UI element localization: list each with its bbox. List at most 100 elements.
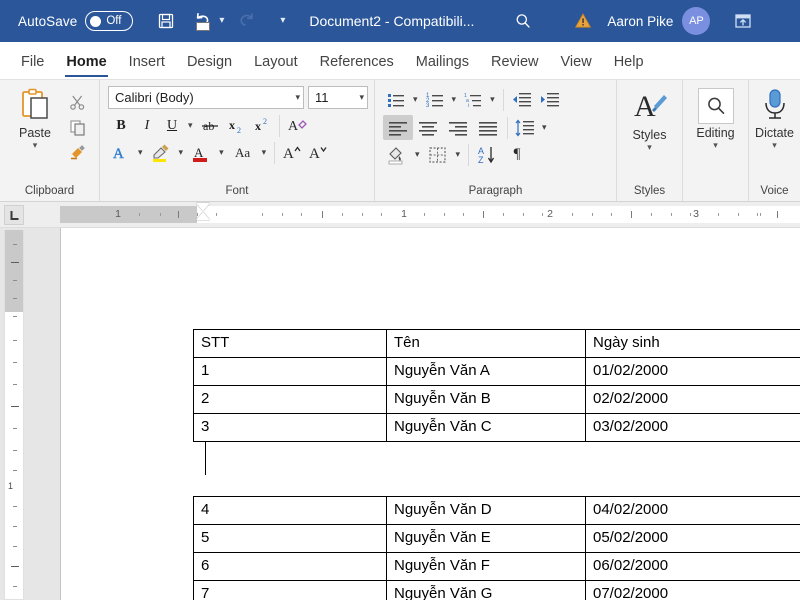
document-canvas[interactable]: STT Tên Ngày sinh 1 Nguyễn Văn A 01/02/2… xyxy=(0,228,800,600)
table-cell[interactable]: Nguyễn Văn D xyxy=(387,497,586,525)
styles-button[interactable]: A Styles ▾ xyxy=(621,84,679,152)
shading-caret[interactable]: ▾ xyxy=(411,149,424,160)
tab-mailings[interactable]: Mailings xyxy=(405,54,480,79)
multilevel-caret[interactable]: ▾ xyxy=(486,94,499,105)
underline-dropdown-caret[interactable]: ▾ xyxy=(184,120,197,131)
table-row[interactable]: 5 Nguyễn Văn E 05/02/2000 xyxy=(194,525,800,553)
line-spacing-caret[interactable]: ▾ xyxy=(538,122,551,133)
cell-header-ten[interactable]: Tên xyxy=(387,330,586,358)
dictate-button[interactable]: Dictate ▾ xyxy=(749,84,800,150)
first-line-indent-marker[interactable] xyxy=(196,203,210,211)
table-cell[interactable]: 03/02/2000 xyxy=(586,414,800,442)
font-color-icon[interactable]: A xyxy=(187,140,215,165)
customize-quick-access-icon[interactable]: ▾ xyxy=(278,16,287,26)
undo-icon[interactable] xyxy=(187,6,217,36)
table-cell[interactable]: 6 xyxy=(194,553,387,581)
sort-icon[interactable]: AZ xyxy=(473,142,503,167)
tab-help[interactable]: Help xyxy=(603,54,655,79)
line-spacing-icon[interactable] xyxy=(512,115,538,140)
table-row[interactable]: 1 Nguyễn Văn A 01/02/2000 xyxy=(194,358,800,386)
italic-button[interactable]: I xyxy=(134,113,160,138)
show-formatting-marks-icon[interactable]: ¶ xyxy=(503,142,531,167)
text-effects-caret[interactable]: ▾ xyxy=(134,147,147,158)
table-one[interactable]: STT Tên Ngày sinh 1 Nguyễn Văn A 01/02/2… xyxy=(193,329,800,442)
table-row[interactable]: 3 Nguyễn Văn C 03/02/2000 xyxy=(194,414,800,442)
tab-file[interactable]: File xyxy=(10,54,55,79)
paste-button[interactable]: Paste ▾ xyxy=(6,84,64,150)
numbering-caret[interactable]: ▾ xyxy=(448,94,461,105)
font-name-caret-icon[interactable]: ▾ xyxy=(295,92,300,103)
table-two[interactable]: 4 Nguyễn Văn D 04/02/2000 5 Nguyễn Văn E… xyxy=(193,496,800,600)
table-cell[interactable]: 07/02/2000 xyxy=(586,581,800,600)
search-icon[interactable] xyxy=(508,6,538,36)
table-cell[interactable]: Nguyễn Văn F xyxy=(387,553,586,581)
dictate-dropdown-caret[interactable]: ▾ xyxy=(772,140,777,150)
clear-formatting-icon[interactable]: A xyxy=(284,113,312,138)
font-size-caret-icon[interactable]: ▾ xyxy=(359,92,364,103)
table-row-header[interactable]: STT Tên Ngày sinh xyxy=(194,330,800,358)
bold-button[interactable]: B xyxy=(108,113,134,138)
save-icon[interactable] xyxy=(151,6,181,36)
align-left-icon[interactable] xyxy=(383,115,413,140)
styles-dropdown-caret[interactable]: ▾ xyxy=(647,142,652,152)
table-row[interactable]: 7 Nguyễn Văn G 07/02/2000 xyxy=(194,581,800,600)
change-case-caret[interactable]: ▾ xyxy=(258,147,271,158)
table-cell[interactable]: Nguyễn Văn E xyxy=(387,525,586,553)
underline-button[interactable]: U xyxy=(160,113,184,138)
copy-icon[interactable] xyxy=(64,115,90,140)
tab-review[interactable]: Review xyxy=(480,54,550,79)
shading-icon[interactable] xyxy=(383,142,411,167)
font-color-caret[interactable]: ▾ xyxy=(215,147,228,158)
align-center-icon[interactable] xyxy=(413,115,443,140)
change-case-button[interactable]: Aa xyxy=(228,140,258,165)
table-cell[interactable]: Nguyễn Văn A xyxy=(387,358,586,386)
increase-indent-icon[interactable] xyxy=(536,87,564,112)
bullet-list-icon[interactable] xyxy=(383,87,409,112)
text-effects-icon[interactable]: A xyxy=(108,140,134,165)
table-cell[interactable]: 02/02/2000 xyxy=(586,386,800,414)
tab-layout[interactable]: Layout xyxy=(243,54,309,79)
table-cell[interactable]: Nguyễn Văn C xyxy=(387,414,586,442)
autosave-toggle[interactable]: Off xyxy=(85,11,133,31)
numbered-list-icon[interactable]: 123 xyxy=(422,87,448,112)
redo-icon[interactable] xyxy=(232,6,262,36)
justify-icon[interactable] xyxy=(473,115,503,140)
multilevel-list-icon[interactable]: 1ai xyxy=(460,87,486,112)
cell-header-ngaysinh[interactable]: Ngày sinh xyxy=(586,330,800,358)
tab-design[interactable]: Design xyxy=(176,54,243,79)
table-cell[interactable]: 06/02/2000 xyxy=(586,553,800,581)
table-cell[interactable]: Nguyễn Văn G xyxy=(387,581,586,600)
text-highlight-color-icon[interactable] xyxy=(147,140,175,165)
table-cell[interactable]: 01/02/2000 xyxy=(586,358,800,386)
decrease-font-size-icon[interactable]: A xyxy=(305,140,331,165)
horizontal-ruler[interactable]: 1 1 2 3 4 xyxy=(0,202,800,228)
table-row[interactable]: 2 Nguyễn Văn B 02/02/2000 xyxy=(194,386,800,414)
tab-home[interactable]: Home xyxy=(55,54,117,79)
editing-dropdown-caret[interactable]: ▾ xyxy=(713,140,718,150)
subscript-icon[interactable]: x2 xyxy=(223,113,249,138)
undo-dropdown-caret[interactable]: ▾ xyxy=(217,16,226,26)
superscript-icon[interactable]: x2 xyxy=(249,113,275,138)
table-row[interactable]: 6 Nguyễn Văn F 06/02/2000 xyxy=(194,553,800,581)
vertical-ruler[interactable]: 1 xyxy=(4,230,24,600)
tab-view[interactable]: View xyxy=(550,54,603,79)
scissors-cut-icon[interactable] xyxy=(64,90,90,115)
table-cell[interactable]: 5 xyxy=(194,525,387,553)
document-page[interactable]: STT Tên Ngày sinh 1 Nguyễn Văn A 01/02/2… xyxy=(60,228,800,600)
editing-button[interactable]: Editing ▾ xyxy=(687,84,745,150)
left-tab-stop-icon[interactable] xyxy=(4,205,24,225)
table-cell[interactable]: 3 xyxy=(194,414,387,442)
hanging-indent-marker[interactable] xyxy=(196,212,210,220)
bullets-caret[interactable]: ▾ xyxy=(409,94,422,105)
table-cell[interactable]: 4 xyxy=(194,497,387,525)
font-name-combobox[interactable]: Calibri (Body) ▾ xyxy=(108,86,304,109)
left-indent-marker[interactable] xyxy=(196,22,210,31)
avatar[interactable]: AP xyxy=(682,7,710,35)
cell-header-stt[interactable]: STT xyxy=(194,330,387,358)
warning-icon[interactable] xyxy=(568,6,598,36)
format-painter-icon[interactable] xyxy=(64,140,90,165)
table-cell[interactable]: 7 xyxy=(194,581,387,600)
table-cell[interactable]: Nguyễn Văn B xyxy=(387,386,586,414)
tab-references[interactable]: References xyxy=(309,54,405,79)
table-cell[interactable]: 04/02/2000 xyxy=(586,497,800,525)
